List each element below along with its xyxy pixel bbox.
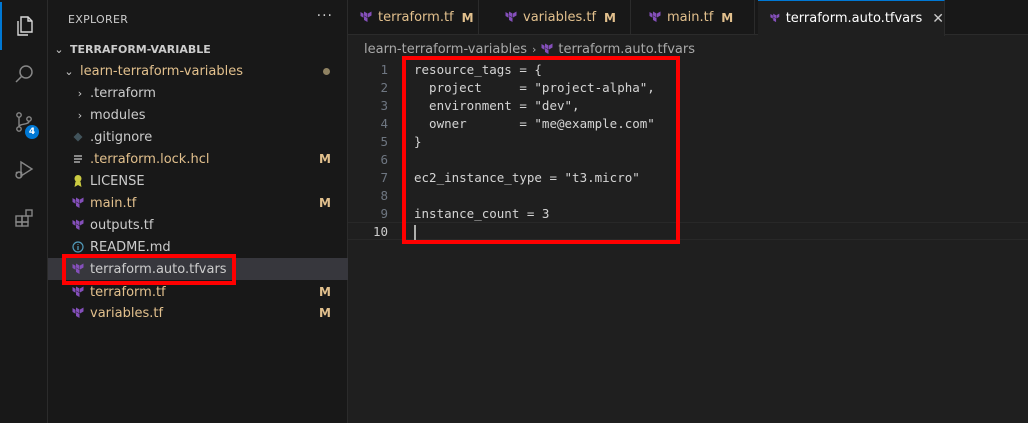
tree-item-terraform-folder[interactable]: › .terraform bbox=[48, 82, 348, 104]
line-number: 7 bbox=[380, 169, 388, 185]
info-icon bbox=[69, 241, 87, 253]
extensions-icon bbox=[15, 209, 33, 227]
source-control-button[interactable]: 4 bbox=[0, 98, 48, 146]
tree-item-label: README.md bbox=[90, 239, 171, 255]
chevron-right-icon: › bbox=[532, 42, 537, 56]
modified-badge: M bbox=[604, 10, 616, 25]
terraform-icon bbox=[505, 11, 517, 22]
line-number: 5 bbox=[380, 133, 388, 149]
line-number: 4 bbox=[380, 115, 388, 131]
modified-badge: M bbox=[319, 306, 331, 320]
modified-badge: M bbox=[319, 285, 331, 299]
terraform-icon bbox=[649, 11, 661, 22]
license-icon bbox=[69, 174, 87, 188]
line-number: 9 bbox=[380, 205, 388, 221]
chevron-right-icon: › bbox=[77, 86, 83, 100]
run-debug-button[interactable] bbox=[0, 146, 48, 194]
tree-item-label: .terraform.lock.hcl bbox=[90, 151, 210, 167]
tree-item-variables-tf[interactable]: variables.tf M bbox=[48, 302, 348, 324]
tree-item-modules-folder[interactable]: › modules bbox=[48, 104, 348, 126]
line-number: 10 bbox=[372, 223, 388, 239]
project-folder-label: learn-terraform-variables bbox=[80, 63, 244, 79]
tree-item-outputs-tf[interactable]: outputs.tf bbox=[48, 214, 348, 236]
source-control-badge: 4 bbox=[25, 125, 39, 139]
tab-terraform-auto-tfvars[interactable]: terraform.auto.tfvars ✕ bbox=[758, 0, 945, 36]
tab-label: terraform.auto.tfvars bbox=[785, 11, 923, 26]
root-folder[interactable]: ⌄ TERRAFORM-VARIABLE bbox=[48, 38, 348, 60]
tree-item-label: variables.tf bbox=[90, 305, 164, 321]
modified-badge: M bbox=[319, 152, 331, 166]
tab-label: variables.tf bbox=[523, 10, 597, 25]
highlight-box-file bbox=[62, 254, 236, 285]
modified-dot bbox=[323, 67, 330, 75]
breadcrumb-folder[interactable]: learn-terraform-variables bbox=[364, 42, 527, 57]
chevron-right-icon: › bbox=[77, 108, 83, 122]
chevron-down-icon: ⌄ bbox=[54, 42, 64, 56]
breadcrumb-file[interactable]: terraform.auto.tfvars bbox=[558, 42, 695, 57]
line-number: 6 bbox=[380, 151, 388, 167]
tab-label: main.tf bbox=[667, 10, 714, 25]
terraform-icon bbox=[770, 13, 780, 23]
tree-item-label: .gitignore bbox=[90, 129, 153, 145]
lines-icon bbox=[69, 154, 87, 164]
tree-item-gitignore[interactable]: .gitignore bbox=[48, 126, 348, 148]
modified-badge: M bbox=[721, 10, 734, 25]
line-number: 2 bbox=[380, 79, 388, 95]
more-actions-button[interactable]: ··· bbox=[317, 8, 333, 24]
terraform-icon bbox=[69, 219, 87, 232]
tab-terraform-tf[interactable]: terraform.tf M bbox=[348, 0, 479, 35]
terraform-icon bbox=[69, 197, 87, 210]
tree-item-label: LICENSE bbox=[90, 173, 145, 189]
line-number: 1 bbox=[380, 61, 388, 77]
tree-item-main-tf[interactable]: main.tf M bbox=[48, 192, 348, 214]
tree-item-label: terraform.tf bbox=[90, 284, 166, 300]
extensions-button[interactable] bbox=[0, 194, 48, 242]
chevron-down-icon: ⌄ bbox=[64, 64, 74, 78]
tab-main-tf[interactable]: main.tf M bbox=[637, 0, 755, 35]
explorer-sidebar: EXPLORER ··· ⌄ TERRAFORM-VARIABLE ⌄ lear… bbox=[48, 0, 348, 423]
activity-bar: 4 bbox=[0, 0, 48, 423]
terraform-icon bbox=[69, 307, 87, 320]
project-folder[interactable]: ⌄ learn-terraform-variables bbox=[48, 60, 348, 82]
run-debug-icon bbox=[15, 160, 34, 179]
tree-item-label: main.tf bbox=[90, 195, 137, 211]
line-number: 3 bbox=[380, 97, 388, 113]
tree-item-label: outputs.tf bbox=[90, 217, 154, 233]
search-icon bbox=[15, 65, 33, 83]
terraform-icon bbox=[69, 286, 87, 299]
files-icon bbox=[17, 16, 33, 36]
code-editor[interactable]: 1 resource_tags = { 2 project = "project… bbox=[348, 56, 1028, 423]
terraform-icon bbox=[541, 43, 553, 54]
close-icon[interactable]: ✕ bbox=[932, 11, 944, 27]
tab-label: terraform.tf bbox=[378, 10, 454, 25]
git-icon bbox=[69, 132, 87, 142]
tab-variables-tf[interactable]: variables.tf M bbox=[493, 0, 631, 35]
line-number: 8 bbox=[380, 187, 388, 203]
modified-badge: M bbox=[319, 196, 331, 210]
tree-item-label: modules bbox=[90, 107, 146, 123]
tree-item-label: .terraform bbox=[90, 85, 156, 101]
explorer-button[interactable] bbox=[0, 2, 48, 50]
terraform-icon bbox=[360, 11, 372, 22]
editor-tabs: terraform.tf M variables.tf M main.tf M … bbox=[348, 0, 1028, 36]
tree-item-license[interactable]: LICENSE bbox=[48, 170, 348, 192]
tree-item-lock-file[interactable]: .terraform.lock.hcl M bbox=[48, 148, 348, 170]
search-button[interactable] bbox=[0, 50, 48, 98]
modified-badge: M bbox=[461, 10, 474, 25]
root-folder-label: TERRAFORM-VARIABLE bbox=[70, 42, 211, 56]
highlight-box-code bbox=[402, 56, 680, 244]
explorer-title: EXPLORER bbox=[68, 13, 129, 26]
